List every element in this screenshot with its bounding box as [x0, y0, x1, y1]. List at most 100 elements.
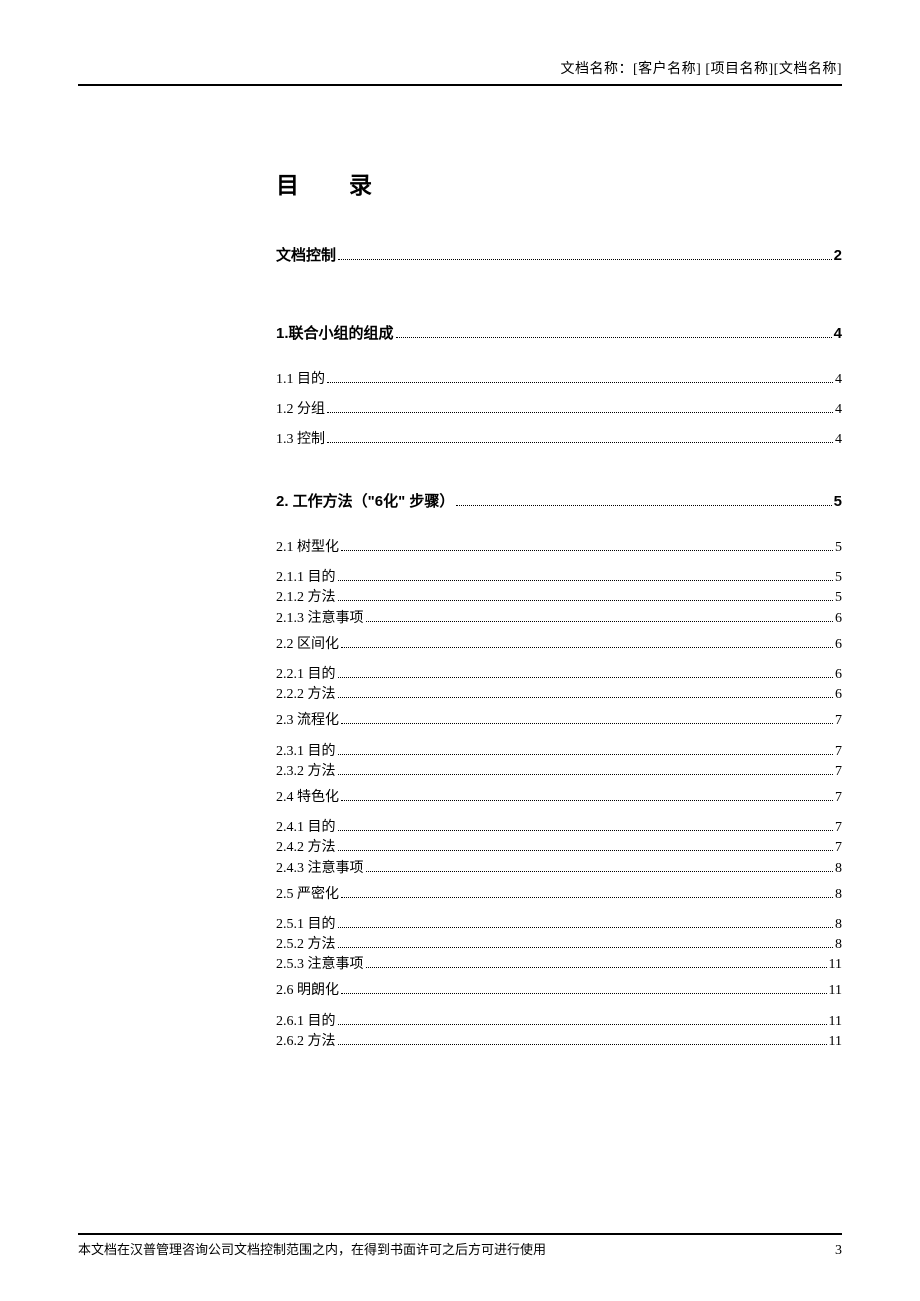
toc-row: 2.2 区间化 6	[276, 636, 842, 654]
header-label: 文档名称：	[561, 62, 634, 77]
toc-row: 2.1.1 目的 5	[276, 569, 842, 587]
toc-entry-page: 5	[835, 589, 842, 607]
page-footer: 本文档在汉普管理咨询公司文档控制范围之内，在得到书面许可之后方可进行使用 3	[78, 1233, 842, 1259]
toc-entry-label: 2.2 区间化	[276, 636, 339, 654]
header-value: [客户名称] [项目名称][文档名称]	[633, 62, 842, 77]
toc-entry-page: 4	[835, 401, 842, 419]
toc-leader-dots	[338, 677, 834, 678]
toc-entry-label: 2.6.1 目的	[276, 1013, 336, 1031]
toc-row: 2.2.1 目的6	[276, 666, 842, 684]
toc-entry-label: 2.6.2 方法	[276, 1033, 336, 1051]
toc-entry-label: 2.3.2 方法	[276, 763, 336, 781]
toc-entry-page: 6	[835, 666, 842, 684]
toc-row: 2.5.2 方法 8	[276, 936, 842, 954]
toc-entry-page: 8	[835, 860, 842, 878]
toc-row: 2.2.2 方法 6	[276, 686, 842, 704]
toc-entry-page: 7	[835, 789, 842, 807]
toc-entry-label: 2.1.2 方法	[276, 589, 336, 607]
toc-leader-dots	[338, 697, 834, 698]
toc-leader-dots	[341, 800, 833, 801]
toc-row: 1.联合小组的组成4	[276, 324, 842, 344]
toc-leader-dots	[338, 1044, 827, 1045]
toc-row: 2.1.3 注意事项 6	[276, 610, 842, 628]
toc-entry-page: 7	[835, 763, 842, 781]
toc-leader-dots	[341, 647, 833, 648]
toc-entry-page: 11	[829, 956, 842, 974]
toc-entry-label: 2.5.2 方法	[276, 936, 336, 954]
toc-entry-label: 2. 工作方法（"6化" 步骤）	[276, 492, 454, 512]
toc-row: 2.4.1 目的 7	[276, 819, 842, 837]
toc-entry-page: 8	[835, 936, 842, 954]
toc-row: 2.6 明朗化 11	[276, 982, 842, 1000]
toc-row: 2.6.1 目的11	[276, 1013, 842, 1031]
toc-leader-dots	[338, 927, 834, 928]
toc-content: 目录 文档控制21.联合小组的组成41.1 目的41.2 分组41.3 控制42…	[78, 166, 842, 1051]
toc-entry-page: 6	[835, 636, 842, 654]
toc-gap	[276, 462, 842, 480]
toc-row: 2.1.2 方法 5	[276, 589, 842, 607]
toc-leader-dots	[327, 382, 833, 383]
toc-leader-dots	[456, 505, 831, 506]
toc-gap	[276, 294, 842, 312]
toc-entry-page: 8	[835, 916, 842, 934]
toc-row: 2.5 严密化8	[276, 886, 842, 904]
toc-row: 2.1 树型化5	[276, 539, 842, 557]
toc-leader-dots	[366, 621, 834, 622]
toc-entry-page: 7	[835, 712, 842, 730]
toc-entry-label: 2.2.2 方法	[276, 686, 336, 704]
toc-row: 2.4.3 注意事项8	[276, 860, 842, 878]
toc-leader-dots	[327, 442, 833, 443]
toc-entry-label: 2.4.1 目的	[276, 819, 336, 837]
toc-entry-page: 4	[834, 324, 842, 344]
toc-entry-page: 7	[835, 839, 842, 857]
toc-entry-page: 4	[835, 371, 842, 389]
toc-entry-page: 4	[835, 431, 842, 449]
toc-row: 2.5.3 注意事项11	[276, 956, 842, 974]
toc-entry-label: 1.3 控制	[276, 431, 325, 449]
toc-leader-dots	[338, 1024, 827, 1025]
page-header: 文档名称：[客户名称] [项目名称][文档名称]	[78, 58, 842, 86]
toc-entry-label: 2.4 特色化	[276, 789, 339, 807]
toc-leader-dots	[338, 600, 834, 601]
toc-entry-label: 1.1 目的	[276, 371, 325, 389]
toc-row: 1.1 目的 4	[276, 371, 842, 389]
toc-entry-page: 6	[835, 686, 842, 704]
toc-leader-dots	[341, 550, 833, 551]
toc-entry-page: 6	[835, 610, 842, 628]
toc-entry-label: 2.1.3 注意事项	[276, 610, 364, 628]
toc-leader-dots	[338, 754, 834, 755]
document-page: 文档名称：[客户名称] [项目名称][文档名称] 目录 文档控制21.联合小组的…	[0, 0, 920, 1301]
toc-entry-page: 7	[835, 819, 842, 837]
toc-row: 2.4 特色化 7	[276, 789, 842, 807]
toc-entry-label: 2.5 严密化	[276, 886, 339, 904]
toc-leader-dots	[338, 580, 834, 581]
toc-leader-dots	[341, 897, 833, 898]
toc-row: 2.3 流程化 7	[276, 712, 842, 730]
toc-entry-page: 5	[835, 539, 842, 557]
toc-row: 2.3.1 目的 7	[276, 743, 842, 761]
toc-list: 文档控制21.联合小组的组成41.1 目的41.2 分组41.3 控制42. 工…	[276, 246, 842, 1051]
toc-entry-label: 2.3.1 目的	[276, 743, 336, 761]
toc-entry-page: 5	[834, 492, 842, 512]
toc-leader-dots	[338, 259, 832, 260]
toc-leader-dots	[327, 412, 833, 413]
toc-entry-page: 5	[835, 569, 842, 587]
footer-text: 本文档在汉普管理咨询公司文档控制范围之内，在得到书面许可之后方可进行使用	[78, 1239, 546, 1258]
toc-title: 目录	[276, 166, 842, 200]
toc-entry-page: 7	[835, 743, 842, 761]
toc-title-char2: 录	[349, 172, 372, 198]
toc-entry-label: 文档控制	[276, 246, 336, 266]
toc-entry-label: 2.1.1 目的	[276, 569, 336, 587]
toc-entry-page: 11	[829, 982, 842, 1000]
toc-leader-dots	[366, 871, 834, 872]
toc-leader-dots	[338, 830, 834, 831]
toc-row: 1.3 控制 4	[276, 431, 842, 449]
toc-title-char1: 目	[276, 172, 299, 198]
toc-leader-dots	[338, 774, 834, 775]
toc-row: 2.4.2 方法 7	[276, 839, 842, 857]
toc-leader-dots	[341, 723, 833, 724]
toc-entry-label: 2.4.2 方法	[276, 839, 336, 857]
toc-row: 2. 工作方法（"6化" 步骤） 5	[276, 492, 842, 512]
toc-entry-label: 2.6 明朗化	[276, 982, 339, 1000]
toc-entry-label: 2.3 流程化	[276, 712, 339, 730]
